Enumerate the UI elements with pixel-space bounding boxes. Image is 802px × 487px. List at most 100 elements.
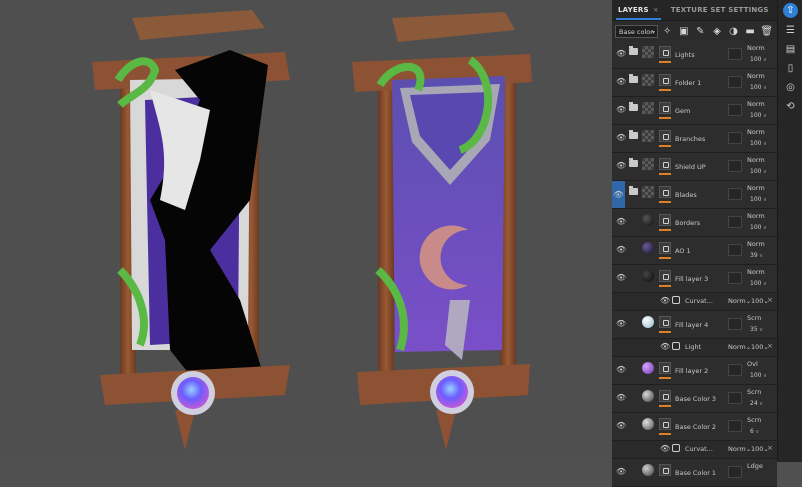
share-icon[interactable]: ⇪ <box>783 3 798 18</box>
layer-row[interactable]: 👁 Base Color 1 Ldge <box>612 459 777 487</box>
layer-name[interactable]: Shield UP <box>675 163 706 171</box>
eye-icon[interactable]: 👁 <box>616 77 626 86</box>
layer-row[interactable]: 👁 Gem Norm 100 v <box>612 97 777 125</box>
properties-icon[interactable]: ▯ <box>778 59 802 78</box>
history-icon[interactable]: ⟲ <box>778 97 802 116</box>
eye-icon[interactable]: 👁 <box>660 444 670 453</box>
opacity-value[interactable]: 6v <box>750 428 759 435</box>
blend-mode[interactable]: Norm <box>747 156 765 164</box>
layer-name[interactable]: AO 1 <box>675 247 691 255</box>
opacity-value[interactable]: 100 v <box>750 224 766 231</box>
effect-name[interactable]: Light <box>685 343 701 351</box>
blend-mode[interactable]: Norm <box>747 184 765 192</box>
opacity-value[interactable]: 100 v <box>750 84 766 91</box>
blend-mode[interactable]: Norm <box>747 100 765 108</box>
eye-icon[interactable]: 👁 <box>660 342 670 351</box>
blend-mode[interactable]: Scrn <box>747 416 761 424</box>
eye-icon[interactable]: 👁 <box>616 245 626 254</box>
layer-row[interactable]: 👁 Lights Norm 100 v <box>612 41 777 69</box>
eye-icon[interactable]: 👁 <box>616 217 626 226</box>
effect-row[interactable]: 👁 Curvat... Norm⌄ 100⌄ × <box>612 441 777 459</box>
effect-name[interactable]: Curvat... <box>685 297 713 305</box>
display-settings-icon[interactable]: ◎ <box>778 78 802 97</box>
layer-name[interactable]: Gem <box>675 107 690 115</box>
opacity-value[interactable]: 100 v <box>750 280 766 287</box>
layer-row-selected[interactable]: 👁 Blades Norm 100 v <box>612 181 777 209</box>
opacity-value[interactable]: 100 v <box>750 56 766 63</box>
channel-select[interactable]: Base color ▾ <box>615 24 658 38</box>
opacity-value[interactable]: 39 v <box>750 252 763 259</box>
texture-set-icon[interactable]: ▤ <box>778 40 802 59</box>
layer-name[interactable]: Lights <box>675 51 695 59</box>
blend-mode[interactable]: Norm <box>747 72 765 80</box>
effect-blend-mode[interactable]: Norm⌄ <box>728 297 751 305</box>
opacity-value[interactable]: 100 v <box>750 140 766 147</box>
effect-row[interactable]: 👁 Light Norm⌄ 100⌄ × <box>612 339 777 357</box>
blend-mode[interactable]: Scrn <box>747 314 761 322</box>
opacity-value[interactable]: 24 v <box>750 400 763 407</box>
eye-icon[interactable]: 👁 <box>612 181 625 208</box>
effect-row[interactable]: 👁 Curvat... Norm⌄ 100⌄ × <box>612 293 777 311</box>
delete-icon[interactable]: 🗑 <box>759 24 774 39</box>
close-icon[interactable]: × <box>767 296 773 304</box>
layer-name[interactable]: Fill layer 2 <box>675 367 708 375</box>
layer-row[interactable]: 👁 Folder 1 Norm 100 v <box>612 69 777 97</box>
layers-stack-icon[interactable]: ☰ <box>778 21 802 40</box>
eye-icon[interactable]: 👁 <box>616 319 626 328</box>
opacity-value[interactable]: 35 v <box>750 326 763 333</box>
layer-name[interactable]: Folder 1 <box>675 79 701 87</box>
add-effect-icon[interactable]: ✧ <box>660 24 675 39</box>
blend-mode[interactable]: Ldge <box>747 462 763 470</box>
tab-texture-set-settings[interactable]: TEXTURE SET SETTINGS <box>665 0 775 20</box>
layer-row[interactable]: 👁 Borders Norm 100 v <box>612 209 777 237</box>
eye-icon[interactable]: 👁 <box>616 393 626 402</box>
opacity-value[interactable]: 100 v <box>750 168 766 175</box>
eye-icon[interactable]: 👁 <box>616 421 626 430</box>
close-icon[interactable]: × <box>767 342 773 350</box>
eye-icon[interactable]: 👁 <box>616 273 626 282</box>
layer-name[interactable]: Branches <box>675 135 705 143</box>
effect-blend-mode[interactable]: Norm⌄ <box>728 445 751 453</box>
layer-row[interactable]: 👁 Fill layer 3 Norm 100 v <box>612 265 777 293</box>
close-icon[interactable]: × <box>767 444 773 452</box>
eye-icon[interactable]: 👁 <box>616 49 626 58</box>
blend-mode[interactable]: Norm <box>747 212 765 220</box>
layer-row[interactable]: 👁 Branches Norm 100 v <box>612 125 777 153</box>
opacity-value[interactable]: 100 v <box>750 372 766 379</box>
layer-name[interactable]: Borders <box>675 219 700 227</box>
layer-row[interactable]: 👁 Fill layer 2 Ovl 100 v <box>612 357 777 385</box>
eye-icon[interactable]: 👁 <box>616 161 626 170</box>
layer-row[interactable]: 👁 Fill layer 4 Scrn 35 v <box>612 311 777 339</box>
eye-icon[interactable]: 👁 <box>616 133 626 142</box>
3d-viewport[interactable] <box>0 0 612 462</box>
blend-mode[interactable]: Norm <box>747 268 765 276</box>
blend-mode[interactable]: Norm <box>747 240 765 248</box>
paint-layer-icon[interactable]: ✎ <box>693 24 708 39</box>
folder-icon[interactable]: ▬ <box>743 24 758 39</box>
layer-name[interactable]: Fill layer 4 <box>675 321 708 329</box>
blend-mode[interactable]: Ovl <box>747 360 758 368</box>
layer-row[interactable]: 👁 Base Color 2 Scrn 6v <box>612 413 777 441</box>
eye-icon[interactable]: 👁 <box>660 296 670 305</box>
layer-row[interactable]: 👁 Base Color 3 Scrn 24 v <box>612 385 777 413</box>
layer-name[interactable]: Base Color 2 <box>675 423 716 431</box>
smart-material-icon[interactable]: ◑ <box>726 24 741 39</box>
effect-name[interactable]: Curvat... <box>685 445 713 453</box>
layer-name[interactable]: Fill layer 3 <box>675 275 708 283</box>
opacity-value[interactable]: 100 v <box>750 196 766 203</box>
eye-icon[interactable]: 👁 <box>616 365 626 374</box>
eye-icon[interactable]: 👁 <box>616 105 626 114</box>
close-icon[interactable]: × <box>653 6 659 14</box>
layer-row[interactable]: 👁 AO 1 Norm 39 v <box>612 237 777 265</box>
tab-layers[interactable]: LAYERS × <box>612 0 665 20</box>
eye-icon[interactable]: 👁 <box>616 467 626 476</box>
blend-mode[interactable]: Scrn <box>747 388 761 396</box>
add-mask-icon[interactable]: ▣ <box>677 24 692 39</box>
opacity-value[interactable]: 100 v <box>750 112 766 119</box>
layer-name[interactable]: Base Color 1 <box>675 469 716 477</box>
blend-mode[interactable]: Norm <box>747 128 765 136</box>
layer-row[interactable]: 👁 Shield UP Norm 100 v <box>612 153 777 181</box>
layer-name[interactable]: Base Color 3 <box>675 395 716 403</box>
blend-mode[interactable]: Norm <box>747 44 765 52</box>
fill-layer-icon[interactable]: ◈ <box>710 24 725 39</box>
